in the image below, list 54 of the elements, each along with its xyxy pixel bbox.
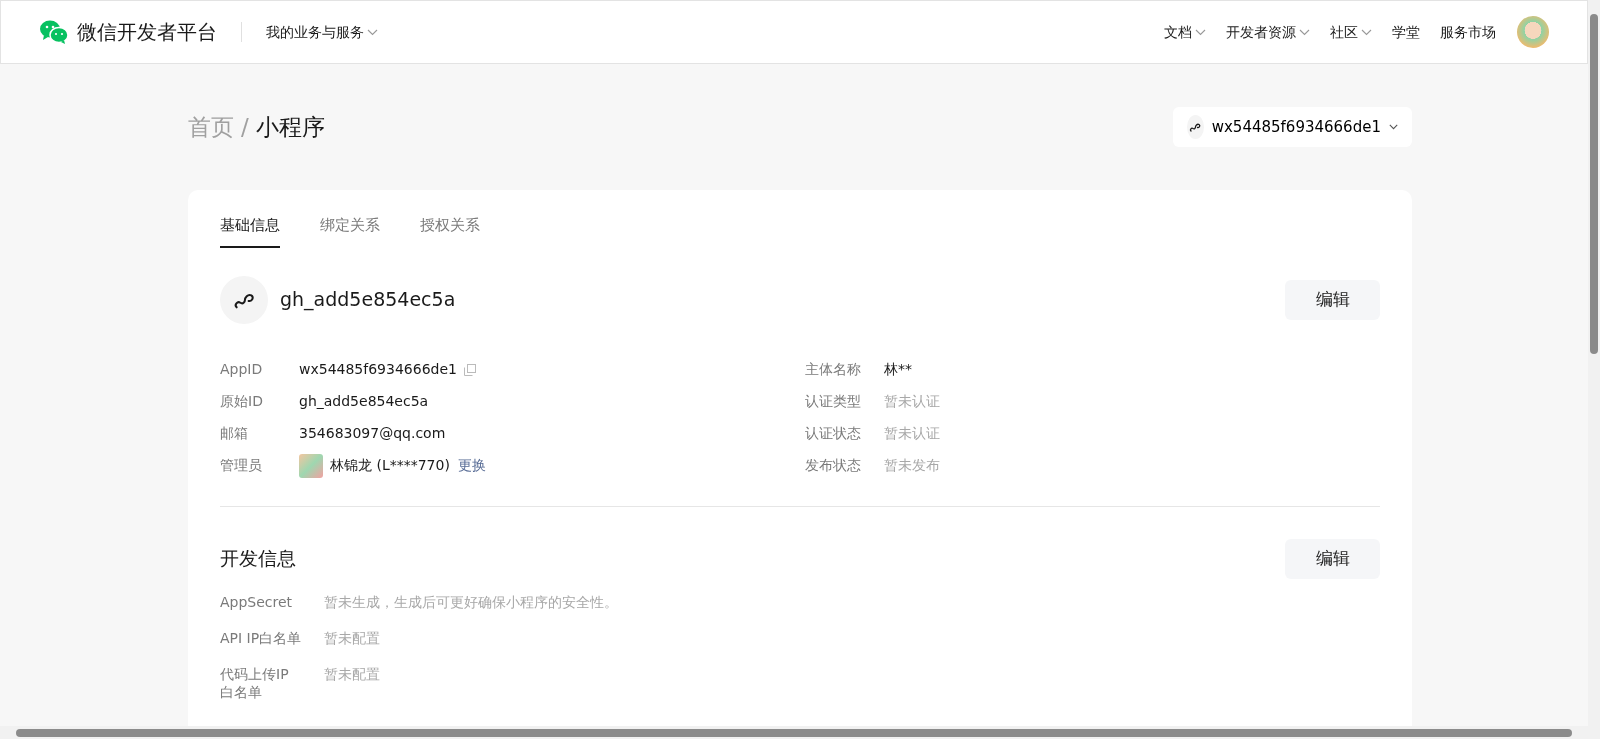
field-label: AppID bbox=[220, 360, 264, 379]
brand-title: 微信开发者平台 bbox=[77, 19, 217, 46]
link-icon bbox=[1187, 115, 1204, 139]
chevron-down-icon bbox=[1388, 123, 1398, 131]
user-avatar[interactable] bbox=[1517, 16, 1549, 48]
field-label: API IP白名单 bbox=[220, 628, 302, 647]
nav-link[interactable]: 服务市场 bbox=[1440, 21, 1496, 43]
field-label: 认证状态 bbox=[805, 424, 862, 443]
field-value: gh_add5e854ec5a bbox=[299, 392, 429, 411]
section-title: 开发信息 bbox=[220, 546, 296, 572]
edit-button[interactable]: 编辑 bbox=[1285, 538, 1380, 579]
field-value: 暂未发布 bbox=[884, 456, 940, 475]
field-value: 暂未配置 bbox=[324, 664, 380, 684]
field-label: AppSecret bbox=[220, 592, 294, 611]
nav-link[interactable]: 开发者资源 bbox=[1226, 21, 1310, 43]
chevron-down-icon bbox=[1299, 28, 1310, 36]
tab[interactable]: 基础信息 bbox=[220, 214, 280, 248]
link-icon bbox=[220, 275, 268, 324]
field-label: 发布状态 bbox=[805, 456, 862, 475]
nav-link[interactable]: 社区 bbox=[1330, 21, 1372, 43]
vertical-scrollbar[interactable] bbox=[1588, 0, 1600, 739]
wechat-logo-icon bbox=[39, 19, 69, 45]
breadcrumb-current: 小程序 bbox=[255, 112, 325, 142]
field-value: 354683097@qq.com bbox=[299, 424, 446, 443]
nav-link[interactable]: 学堂 bbox=[1392, 21, 1420, 43]
field-value: 林** bbox=[884, 360, 912, 379]
business-menu[interactable]: 我的业务与服务 bbox=[266, 21, 378, 43]
field-label: 认证类型 bbox=[805, 392, 862, 411]
tab[interactable]: 绑定关系 bbox=[320, 214, 380, 248]
chevron-down-icon bbox=[1361, 28, 1372, 36]
change-link[interactable]: 更换 bbox=[457, 455, 486, 476]
tab[interactable]: 授权关系 bbox=[420, 214, 480, 248]
field-value: 暂未认证 bbox=[884, 392, 940, 411]
field-label: 主体名称 bbox=[805, 360, 862, 379]
chevron-down-icon bbox=[1195, 28, 1206, 36]
field-label: 邮箱 bbox=[220, 424, 249, 443]
field-label: 代码上传IP白名单 bbox=[220, 664, 290, 701]
edit-button[interactable]: 编辑 bbox=[1285, 279, 1380, 320]
nav-link[interactable]: 文档 bbox=[1164, 21, 1206, 43]
field-label: 原始ID bbox=[220, 392, 264, 411]
field-value: 林锦龙 (L****770) bbox=[330, 456, 450, 475]
field-value: 暂未配置 bbox=[324, 628, 380, 647]
field-value: wx54485f6934666de1 bbox=[299, 360, 457, 379]
field-label: 管理员 bbox=[220, 456, 263, 475]
breadcrumb-separator: / bbox=[241, 112, 249, 142]
app-selector[interactable]: wx54485f6934666de1 bbox=[1173, 107, 1412, 147]
copy-icon[interactable] bbox=[463, 363, 476, 376]
app-id-text: wx54485f6934666de1 bbox=[1211, 116, 1381, 138]
field-value: 暂未生成，生成后可更好确保小程序的安全性。 bbox=[324, 592, 618, 611]
app-name: gh_add5e854ec5a bbox=[280, 287, 456, 313]
admin-avatar bbox=[299, 453, 323, 478]
horizontal-scrollbar[interactable] bbox=[0, 726, 1588, 739]
field-value: 暂未认证 bbox=[884, 424, 940, 443]
chevron-down-icon bbox=[367, 28, 378, 36]
